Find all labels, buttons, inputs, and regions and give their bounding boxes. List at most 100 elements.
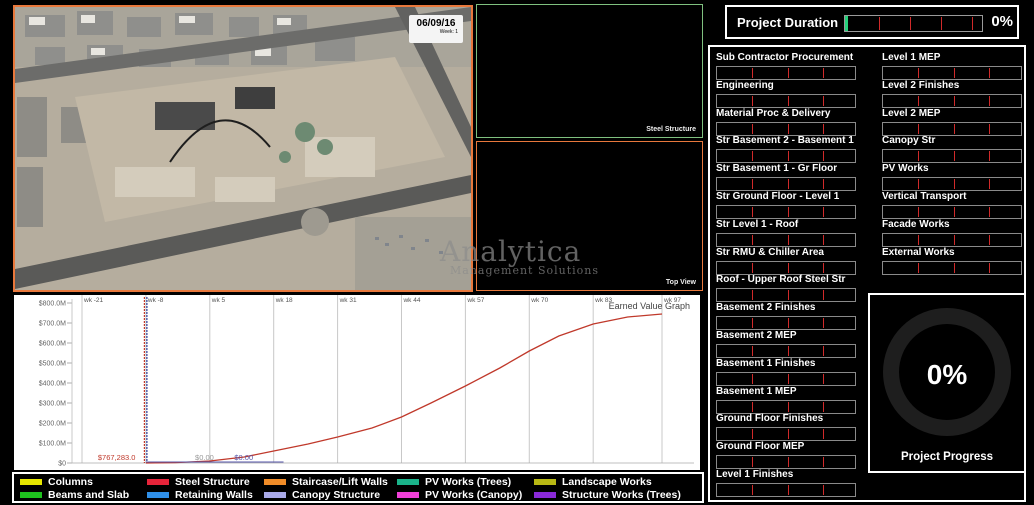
task-progress-bar [716, 288, 856, 303]
task-tick [823, 401, 824, 412]
task-tick [954, 95, 955, 106]
task-label: Level 2 Finishes [882, 79, 960, 91]
steel-structure-label: Steel Structure [646, 126, 696, 133]
task-tick [788, 123, 789, 134]
task-progress-bar [716, 177, 856, 192]
task-label: Basement 1 MEP [716, 385, 797, 397]
task-item: Basement 2 MEP [716, 330, 856, 358]
legend-swatch [147, 492, 169, 498]
task-label: Sub Contractor Procurement [716, 52, 854, 63]
task-tick [989, 262, 990, 273]
task-tick [752, 234, 753, 245]
task-progress-bar [716, 371, 856, 386]
project-duration-percent: 0% [991, 13, 1013, 30]
y-tick-label: $0 [58, 461, 66, 468]
task-label: Vertical Transport [882, 191, 967, 202]
task-tick [752, 318, 753, 329]
task-tick [788, 401, 789, 412]
task-label: PV Works [882, 163, 929, 175]
task-item: Str RMU & Chiller Area [716, 247, 856, 275]
task-tick [823, 262, 824, 273]
task-tick [823, 485, 824, 495]
legend-item: Beams and Slab [20, 489, 129, 501]
task-progress-bar [716, 232, 856, 247]
task-item: Level 1 MEP [882, 52, 1022, 80]
task-label: Basement 2 Finishes [716, 302, 816, 314]
legend-label: Retaining Walls [175, 489, 253, 501]
legend-label: Canopy Structure [292, 489, 381, 501]
task-tick [823, 373, 824, 384]
task-tick [918, 262, 919, 273]
task-progress-bar [716, 149, 856, 164]
earned-value-chart[interactable]: wk -21 wk -8 wk 5 wk 18 wk 31 wk 44 wk 57 wk 70… [14, 295, 700, 470]
task-label: Material Proc & Delivery [716, 107, 831, 119]
x-tick-label: wk 70 [530, 297, 548, 304]
task-tick [788, 179, 789, 190]
task-item: Basement 1 Finishes [716, 358, 856, 386]
task-tick [823, 457, 824, 468]
steel-structure-view[interactable]: Steel Structure [476, 4, 703, 138]
project-duration-fill [845, 16, 848, 31]
task-item: Ground Floor Finishes [716, 413, 856, 442]
task-progress-bar [882, 232, 1022, 247]
task-label: Basement 2 MEP [716, 330, 797, 341]
x-tick-label: wk -8 [147, 297, 164, 304]
legend-swatch [20, 492, 42, 498]
task-item: Level 2 MEP [882, 108, 1022, 136]
duration-tick [879, 17, 880, 30]
task-tick [918, 207, 919, 217]
task-tick [752, 457, 753, 468]
legend-item: Columns [20, 476, 93, 488]
task-progress-bar [716, 93, 856, 108]
task-tick [989, 207, 990, 217]
task-tick [954, 179, 955, 190]
aerial-site-view[interactable]: 06/09/16 Week: 1 [13, 5, 473, 292]
top-view-panel[interactable]: Top View [476, 141, 703, 291]
task-tick [989, 95, 990, 106]
task-label: Str Ground Floor - Level 1 [716, 191, 840, 202]
task-progress-bar [882, 93, 1022, 108]
task-tick [788, 318, 789, 329]
task-tick [752, 123, 753, 134]
task-item: Roof - Upper Roof Steel Str [716, 274, 856, 303]
task-label: Ground Floor MEP [716, 441, 805, 453]
task-tick [954, 123, 955, 134]
legend-swatch [534, 492, 556, 498]
x-tick-label: wk 18 [275, 297, 293, 304]
task-tick [788, 346, 789, 356]
task-label: Level 1 MEP [882, 52, 941, 63]
task-tick [989, 68, 990, 78]
y-tick-label: $200.0M [39, 421, 66, 428]
task-tick [989, 234, 990, 245]
task-tick [954, 151, 955, 162]
task-item: External Works [882, 247, 1022, 275]
task-tick [823, 95, 824, 106]
task-progress-bar [716, 205, 856, 219]
task-tick [752, 485, 753, 495]
task-item: Level 2 Finishes [882, 80, 1022, 108]
task-tick [788, 207, 789, 217]
task-label: Level 2 MEP [882, 107, 941, 119]
task-item: Vertical Transport [882, 191, 1022, 219]
legend-item: Retaining Walls [147, 489, 253, 501]
task-tick [954, 262, 955, 273]
legend-item: PV Works (Canopy) [397, 489, 522, 501]
chart-annotation: $0.00 [234, 453, 253, 462]
task-tick [752, 95, 753, 106]
task-label: Basement 1 Finishes [716, 357, 816, 369]
task-label: Canopy Str [882, 135, 936, 147]
task-item: Level 1 Finishes [716, 469, 856, 497]
legend-item: Landscape Works [534, 476, 652, 488]
x-tick-label: wk 31 [339, 297, 357, 304]
task-label: Roof - Upper Roof Steel Str [716, 274, 846, 286]
task-progress-bar [716, 344, 856, 358]
project-progress-label: Project Progress [900, 451, 994, 463]
task-tick [788, 262, 789, 273]
task-tick [752, 151, 753, 162]
task-progress-bar [716, 260, 856, 275]
task-tick [788, 429, 789, 440]
legend-item: Steel Structure [147, 476, 250, 488]
task-tick [788, 485, 789, 495]
task-tick [989, 179, 990, 190]
project-progress-panel: 0% Project Progress [868, 293, 1026, 473]
